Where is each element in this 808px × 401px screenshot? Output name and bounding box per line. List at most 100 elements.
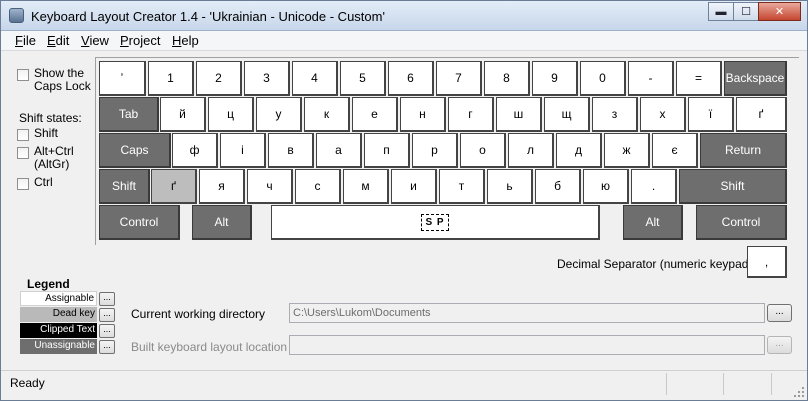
key-grave[interactable]: ʼ	[99, 61, 146, 96]
key-backspace[interactable]: Backspace	[724, 61, 787, 96]
menu-help[interactable]: Help	[172, 33, 199, 48]
key-6[interactable]: 6	[388, 61, 434, 96]
key-c[interactable]: с	[295, 169, 341, 204]
status-divider	[666, 373, 667, 395]
key-oem102[interactable]: ґ	[151, 169, 197, 204]
menu-view[interactable]: View	[81, 33, 109, 48]
decimal-separator-label: Decimal Separator (numeric keypad)	[557, 257, 753, 271]
key-decimal[interactable]: ,	[747, 246, 787, 278]
key-slash[interactable]: .	[631, 169, 677, 204]
built-location-label: Built keyboard layout location	[131, 340, 288, 354]
app-icon	[9, 8, 24, 23]
key-d[interactable]: в	[268, 133, 314, 168]
built-location-browse-button[interactable]: ...	[767, 336, 792, 354]
ctrl-checkbox[interactable]	[17, 178, 29, 190]
legend-assignable-button[interactable]: ...	[99, 292, 115, 306]
legend-unassignable: Unassignable	[20, 339, 97, 354]
key-i[interactable]: ш	[496, 97, 542, 132]
key-x[interactable]: ч	[247, 169, 293, 204]
legend-unassignable-button[interactable]: ...	[99, 340, 115, 354]
menu-bar: File Edit View Project Help	[1, 31, 807, 51]
window-title: Keyboard Layout Creator 1.4 - 'Ukrainian…	[31, 9, 385, 24]
key-k[interactable]: л	[508, 133, 554, 168]
minimize-button[interactable]: ▬	[708, 2, 734, 21]
key-semicolon[interactable]: ж	[604, 133, 650, 168]
key-shift-right[interactable]: Shift	[679, 169, 787, 204]
key-m[interactable]: ь	[487, 169, 533, 204]
key-u[interactable]: г	[448, 97, 494, 132]
key-2[interactable]: 2	[196, 61, 242, 96]
menu-file[interactable]: File	[15, 33, 36, 48]
key-equals[interactable]: =	[676, 61, 722, 96]
title-bar[interactable]: Keyboard Layout Creator 1.4 - 'Ukrainian…	[1, 1, 807, 31]
key-minus[interactable]: -	[628, 61, 674, 96]
key-shift-left[interactable]: Shift	[99, 169, 150, 204]
shift-checkbox[interactable]	[17, 129, 29, 141]
key-r[interactable]: к	[304, 97, 350, 132]
key-3[interactable]: 3	[244, 61, 290, 96]
key-backslash[interactable]: ґ	[736, 97, 787, 132]
key-e[interactable]: у	[256, 97, 302, 132]
key-o[interactable]: щ	[544, 97, 590, 132]
caps-lock-option[interactable]: Show the Caps Lock	[17, 67, 94, 93]
key-period[interactable]: ю	[583, 169, 629, 204]
menu-edit[interactable]: Edit	[47, 33, 69, 48]
legend-dead-key-button[interactable]: ...	[99, 308, 115, 322]
key-j[interactable]: о	[460, 133, 506, 168]
resize-grip-icon[interactable]	[794, 387, 804, 397]
key-n[interactable]: т	[439, 169, 485, 204]
key-p[interactable]: з	[592, 97, 638, 132]
key-return[interactable]: Return	[700, 133, 787, 168]
key-v[interactable]: м	[343, 169, 389, 204]
key-tab[interactable]: Tab	[99, 97, 159, 132]
key-w[interactable]: ц	[208, 97, 254, 132]
caps-lock-checkbox[interactable]	[17, 69, 29, 81]
key-1[interactable]: 1	[148, 61, 194, 96]
key-s[interactable]: і	[220, 133, 266, 168]
key-l[interactable]: д	[556, 133, 602, 168]
key-5[interactable]: 5	[340, 61, 386, 96]
built-location-field[interactable]	[289, 335, 765, 355]
key-t[interactable]: е	[352, 97, 398, 132]
space-label: S P	[421, 213, 449, 231]
key-y[interactable]: н	[400, 97, 446, 132]
key-quote[interactable]: є	[652, 133, 698, 168]
key-bracket-left[interactable]: х	[640, 97, 686, 132]
key-0[interactable]: 0	[580, 61, 626, 96]
key-space[interactable]: S P	[271, 205, 600, 240]
altgr-label: Alt+Ctrl (AltGr)	[34, 144, 74, 171]
key-4[interactable]: 4	[292, 61, 338, 96]
key-a[interactable]: ф	[172, 133, 218, 168]
menu-project[interactable]: Project	[120, 33, 160, 48]
maximize-button[interactable]: ☐	[733, 2, 759, 21]
legend-dead-key: Dead key	[20, 307, 97, 322]
key-alt-left[interactable]: Alt	[192, 205, 252, 240]
key-bracket-right[interactable]: ї	[688, 97, 734, 132]
shift-states-title: Shift states:	[19, 111, 82, 125]
close-button[interactable]: ✕	[758, 2, 801, 21]
key-q[interactable]: й	[160, 97, 206, 132]
key-control-right[interactable]: Control	[696, 205, 787, 240]
key-b[interactable]: и	[391, 169, 437, 204]
status-bar: Ready	[1, 370, 807, 400]
key-comma[interactable]: б	[535, 169, 581, 204]
key-z[interactable]: я	[199, 169, 245, 204]
ctrl-option[interactable]: Ctrl	[17, 176, 53, 190]
key-alt-right[interactable]: Alt	[623, 205, 683, 240]
key-8[interactable]: 8	[484, 61, 530, 96]
key-g[interactable]: п	[364, 133, 410, 168]
key-f[interactable]: а	[316, 133, 362, 168]
shift-option[interactable]: Shift	[17, 127, 58, 141]
key-9[interactable]: 9	[532, 61, 578, 96]
legend-clipped-text-button[interactable]: ...	[99, 324, 115, 338]
altgr-checkbox[interactable]	[17, 147, 29, 159]
key-h[interactable]: р	[412, 133, 458, 168]
cwd-field[interactable]: C:\Users\Lukom\Documents	[289, 303, 765, 323]
cwd-browse-button[interactable]: ...	[767, 304, 792, 322]
altgr-option[interactable]: Alt+Ctrl (AltGr)	[17, 145, 84, 171]
key-7[interactable]: 7	[436, 61, 482, 96]
key-caps[interactable]: Caps	[99, 133, 171, 168]
key-control-left[interactable]: Control	[99, 205, 180, 240]
cwd-label: Current working directory	[131, 307, 266, 321]
status-divider	[723, 373, 724, 395]
